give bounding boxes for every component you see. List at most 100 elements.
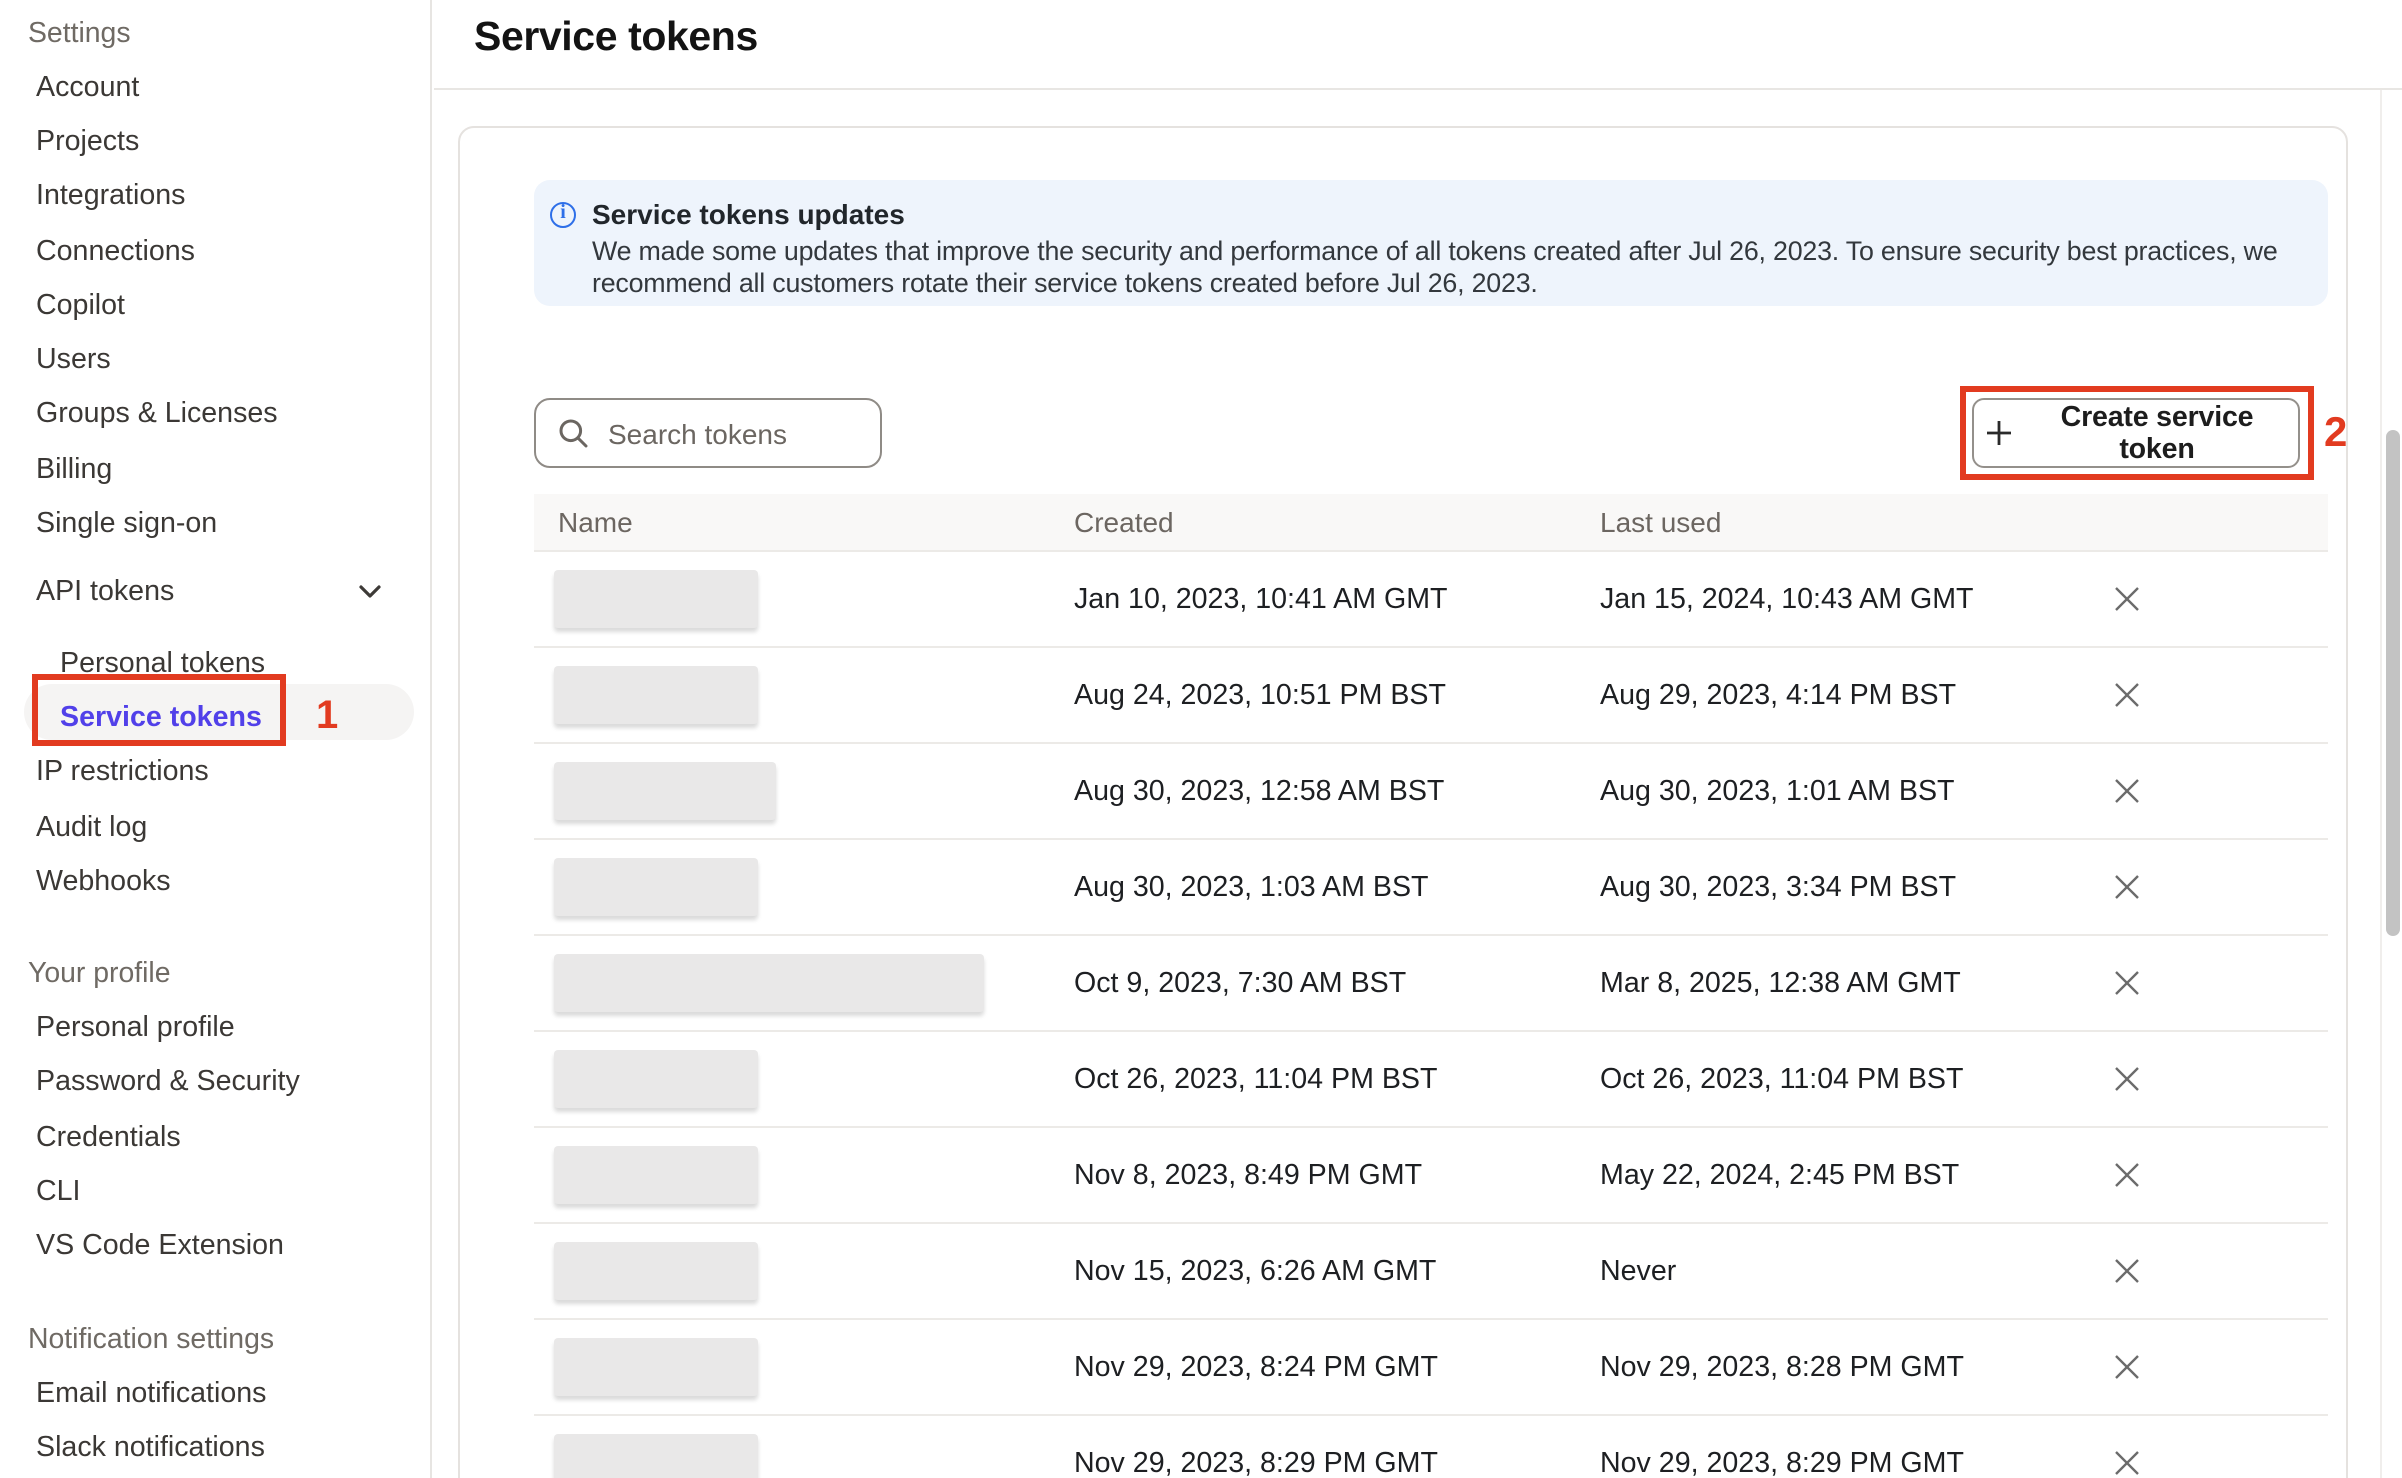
token-name-redacted-placeholder <box>554 1050 758 1108</box>
scrollbar-thumb[interactable] <box>2386 430 2400 936</box>
service-tokens-table: Name Created Last used Jan 10, 2023, 10:… <box>534 494 2328 1478</box>
delete-token-button[interactable] <box>2104 961 2148 1005</box>
token-name-redacted-placeholder <box>554 954 984 1012</box>
token-last-used-date: Mar 8, 2025, 12:38 AM GMT <box>1600 967 2106 999</box>
sidebar-item-email-notifications[interactable]: Email notifications <box>0 1366 430 1421</box>
search-tokens-box[interactable] <box>534 398 882 468</box>
sidebar-item-account[interactable]: Account <box>0 60 430 115</box>
close-icon <box>2113 1162 2139 1188</box>
scrollbar-track[interactable] <box>2380 90 2402 1478</box>
search-input[interactable] <box>604 415 872 451</box>
token-name-redacted-placeholder <box>554 1242 758 1300</box>
sidebar-item-label: Connections <box>36 235 195 267</box>
sidebar-item-label: CLI <box>36 1176 81 1208</box>
table-row: Oct 9, 2023, 7:30 AM BSTMar 8, 2025, 12:… <box>534 936 2328 1032</box>
table-row: Jan 10, 2023, 10:41 AM GMTJan 15, 2024, … <box>534 552 2328 648</box>
token-name-redacted-placeholder <box>554 570 758 628</box>
sidebar-item-groups-licenses[interactable]: Groups & Licenses <box>0 388 430 443</box>
page-title: Service tokens <box>474 14 758 62</box>
sidebar-item-label: API tokens <box>36 577 174 609</box>
sidebar-item-label: Webhooks <box>36 866 171 898</box>
sidebar-item-vs-code-extension[interactable]: VS Code Extension <box>0 1219 430 1274</box>
sidebar-item-audit-log[interactable]: Audit log <box>0 800 430 855</box>
sidebar-item-label: Copilot <box>36 290 125 322</box>
token-created-date: Oct 26, 2023, 11:04 PM BST <box>1074 1063 1600 1095</box>
sidebar-item-label: Groups & Licenses <box>36 399 278 431</box>
sidebar-item-users[interactable]: Users <box>0 333 430 388</box>
sidebar-item-label: Account <box>36 71 139 103</box>
sidebar-item-ip-restrictions[interactable]: IP restrictions <box>0 745 430 800</box>
title-divider <box>434 88 2402 90</box>
sidebar-item-label: Single sign-on <box>36 508 217 540</box>
app-window: SettingsAccountProjectsIntegrationsConne… <box>0 0 2402 1478</box>
close-icon <box>2113 1450 2139 1476</box>
create-service-token-button[interactable]: Create service token <box>1972 398 2300 468</box>
sidebar-item-integrations[interactable]: Integrations <box>0 169 430 224</box>
sidebar-item-billing[interactable]: Billing <box>0 442 430 497</box>
delete-token-button[interactable] <box>2104 1057 2148 1101</box>
close-icon <box>2113 970 2139 996</box>
sidebar-item-label: IP restrictions <box>36 756 209 788</box>
sidebar-item-credentials[interactable]: Credentials <box>0 1110 430 1165</box>
annotation-number-2: 2 <box>2324 410 2347 458</box>
info-banner: i Service tokens updates We made some up… <box>534 180 2328 306</box>
delete-token-button[interactable] <box>2104 865 2148 909</box>
sidebar-section-notification-settings: Notification settings <box>28 1318 430 1362</box>
sidebar-item-copilot[interactable]: Copilot <box>0 278 430 333</box>
sidebar-item-single-sign-on[interactable]: Single sign-on <box>0 497 430 552</box>
sidebar-item-webhooks[interactable]: Webhooks <box>0 854 430 909</box>
token-created-date: Nov 8, 2023, 8:49 PM GMT <box>1074 1159 1600 1191</box>
token-name-redacted-placeholder <box>554 858 758 916</box>
sidebar-item-slack-notifications[interactable]: Slack notifications <box>0 1420 430 1475</box>
table-row: Nov 29, 2023, 8:29 PM GMTNov 29, 2023, 8… <box>534 1416 2328 1478</box>
service-tokens-card: i Service tokens updates We made some up… <box>458 126 2348 1478</box>
delete-token-button[interactable] <box>2104 1249 2148 1293</box>
token-name-redacted-placeholder <box>554 1434 758 1478</box>
banner-body: We made some updates that improve the se… <box>592 236 2282 300</box>
token-name-redacted-placeholder <box>554 762 776 820</box>
sidebar-item-cli[interactable]: CLI <box>0 1165 430 1220</box>
sidebar-item-connections[interactable]: Connections <box>0 224 430 279</box>
delete-token-button[interactable] <box>2104 1345 2148 1389</box>
sidebar-item-projects[interactable]: Projects <box>0 115 430 170</box>
token-last-used-date: Jan 15, 2024, 10:43 AM GMT <box>1600 583 2106 615</box>
token-last-used-date: Aug 29, 2023, 4:14 PM BST <box>1600 679 2106 711</box>
sidebar-item-api-tokens[interactable]: API tokens <box>0 565 430 620</box>
table-row: Aug 24, 2023, 10:51 PM BSTAug 29, 2023, … <box>534 648 2328 744</box>
token-created-date: Oct 9, 2023, 7:30 AM BST <box>1074 967 1600 999</box>
sidebar-item-label: Slack notifications <box>36 1432 265 1464</box>
settings-sidebar: SettingsAccountProjectsIntegrationsConne… <box>0 0 432 1478</box>
sidebar-item-label: Audit log <box>36 811 147 843</box>
annotation-box-step-1 <box>32 675 286 747</box>
close-icon <box>2113 1258 2139 1284</box>
sidebar-item-personal-profile[interactable]: Personal profile <box>0 1001 430 1056</box>
delete-token-button[interactable] <box>2104 769 2148 813</box>
close-icon <box>2113 1066 2139 1092</box>
table-row: Aug 30, 2023, 12:58 AM BSTAug 30, 2023, … <box>534 744 2328 840</box>
table-row: Oct 26, 2023, 11:04 PM BSTOct 26, 2023, … <box>534 1032 2328 1128</box>
sidebar-item-password-security[interactable]: Password & Security <box>0 1056 430 1111</box>
table-body: Jan 10, 2023, 10:41 AM GMTJan 15, 2024, … <box>534 552 2328 1478</box>
token-created-date: Nov 15, 2023, 6:26 AM GMT <box>1074 1255 1600 1287</box>
token-last-used-date: Oct 26, 2023, 11:04 PM BST <box>1600 1063 2106 1095</box>
sidebar-item-service-tokens[interactable]: Service tokens1 <box>0 691 430 746</box>
delete-token-button[interactable] <box>2104 577 2148 621</box>
close-icon <box>2113 586 2139 612</box>
delete-token-button[interactable] <box>2104 1441 2148 1478</box>
close-icon <box>2113 874 2139 900</box>
token-last-used-date: Nov 29, 2023, 8:29 PM GMT <box>1600 1447 2106 1478</box>
token-name-redacted-placeholder <box>554 1338 758 1396</box>
sidebar-item-label: Password & Security <box>36 1067 300 1099</box>
delete-token-button[interactable] <box>2104 1153 2148 1197</box>
close-icon <box>2113 778 2139 804</box>
column-header-created: Created <box>1074 506 1600 538</box>
table-header-row: Name Created Last used <box>534 494 2328 552</box>
close-icon <box>2113 1354 2139 1380</box>
delete-token-button[interactable] <box>2104 673 2148 717</box>
create-service-token-label: Create service token <box>2028 401 2286 465</box>
banner-title: Service tokens updates <box>592 198 905 230</box>
sidebar-item-label: Users <box>36 344 111 376</box>
sidebar-item-label: VS Code Extension <box>36 1231 284 1263</box>
token-created-date: Jan 10, 2023, 10:41 AM GMT <box>1074 583 1600 615</box>
token-created-date: Aug 30, 2023, 1:03 AM BST <box>1074 871 1600 903</box>
